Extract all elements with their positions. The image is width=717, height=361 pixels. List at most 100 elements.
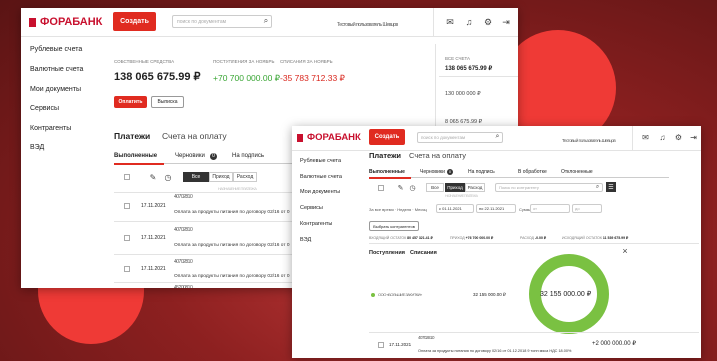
row-number: 45200810 [174, 285, 193, 288]
date-to-input[interactable]: по 22.11.2021 [476, 204, 516, 213]
tab-payments[interactable]: Платежи [369, 151, 401, 160]
chart-tab-expense[interactable]: Списания [410, 250, 437, 256]
sidebar-item-docs[interactable]: Мои документы [30, 86, 81, 93]
summary-income: ПРИХОД +76 700 000.00 ₽ [450, 236, 494, 240]
counterparty-search-input[interactable]: Поиск по контрагенту [495, 183, 603, 192]
gear-icon[interactable]: ⚙ [483, 17, 493, 27]
amount-from-input[interactable]: от [530, 204, 570, 213]
search-icon[interactable]: ⌕ [261, 16, 271, 26]
logo-mark-icon [297, 133, 303, 142]
sidebar-item-services[interactable]: Сервисы [300, 205, 323, 211]
logout-icon[interactable]: ⇥ [501, 17, 511, 27]
legend-value: 32 155 000.00 ₽ [473, 292, 506, 297]
subtab-done[interactable]: Выполненные [369, 169, 405, 175]
filter-all[interactable]: Все [426, 183, 444, 192]
clock-icon[interactable]: ◷ [408, 183, 417, 192]
balance-value: 138 065 675.99 ₽ [114, 71, 201, 83]
row-checkbox[interactable] [124, 203, 130, 209]
logout-icon[interactable]: ⇥ [689, 133, 698, 142]
select-counterparties-button[interactable]: Выбрать контрагентов [369, 221, 419, 231]
pay-button[interactable]: Оплатить [114, 96, 147, 108]
summary-opening-balance: ВХОДЯЩИЙ ОСТАТОК 80 457 321.41 ₽ [369, 236, 433, 240]
row-number: 40702810 [418, 335, 435, 340]
filter-all[interactable]: Все [183, 172, 209, 182]
filter-expense[interactable]: Расход [233, 172, 257, 182]
edit-icon[interactable]: ✎ [396, 183, 405, 192]
sidebar-item-ved[interactable]: ВЭД [300, 237, 311, 243]
chat-icon[interactable]: ✉ [641, 133, 650, 142]
subtab-done[interactable]: Выполненные [114, 153, 157, 159]
bank-logo: ФОРАБАНК [297, 132, 361, 143]
drafts-count-badge: 0 [447, 169, 453, 175]
row-date: 17.11.2021 [141, 235, 166, 241]
row-checkbox[interactable] [124, 235, 130, 241]
bell-icon[interactable]: ♫ [658, 133, 667, 142]
period-selector[interactable]: За все время · Неделя · Месяц [369, 207, 427, 212]
income-label: ПОСТУПЛЕНИЯ ЗА НОЯБРЬ [213, 59, 275, 64]
clock-icon[interactable]: ◷ [163, 172, 173, 182]
tab-invoices[interactable]: Счета на оплату [409, 151, 466, 160]
amount-to-input[interactable]: до [572, 204, 602, 213]
client-name: Тестовый пользователь Шевцов [337, 22, 398, 28]
account-1-value: 130 000 000 ₽ [445, 91, 481, 97]
search-input[interactable]: поиск по документам [172, 15, 272, 28]
subtab-to-sign[interactable]: На подпись [468, 169, 495, 175]
close-icon[interactable]: × [620, 246, 630, 256]
row-number: 40702810 [174, 194, 193, 200]
account-2-value: 8 065 675.99 ₽ [445, 119, 483, 125]
search-input[interactable]: поиск по документам [417, 132, 503, 143]
filter-expense[interactable]: Расход [465, 183, 485, 192]
subtab-processing[interactable]: В обработке [518, 169, 547, 175]
row-checkbox[interactable] [124, 266, 130, 272]
logo-mark-icon [29, 17, 36, 27]
subtab-drafts[interactable]: Черновики [175, 153, 205, 159]
row-number: 40702810 [174, 259, 193, 265]
subtab-rejected[interactable]: Отклоненные [561, 169, 593, 175]
select-all-checkbox[interactable] [124, 174, 130, 180]
sidebar-item-rub[interactable]: Рублевые счета [300, 158, 341, 164]
bank-logo: ФОРАБАНК [29, 16, 102, 28]
sidebar-item-rub[interactable]: Рублевые счета [30, 46, 82, 53]
create-button[interactable]: Создать [369, 129, 405, 145]
legend-dot [371, 293, 375, 297]
sidebar-item-counterparties[interactable]: Контрагенты [30, 125, 71, 132]
date-from-input[interactable]: с 01.11.2021 [436, 204, 474, 213]
filter-income[interactable]: Приход [445, 183, 465, 192]
legend-label: ООО «БОЛЬШИЕ ЗАКУПКИ» [378, 292, 422, 297]
all-accounts-label: ВСЕ СЧЕТА [445, 56, 471, 61]
column-header-purpose: НАЗНАЧЕНИЕ ПЛАТЕЖА [218, 186, 257, 191]
row-purpose: Оплата за продукты питания по договору 0… [174, 243, 290, 248]
sidebar-item-fx[interactable]: Валютные счета [300, 174, 342, 180]
gear-icon[interactable]: ⚙ [674, 133, 683, 142]
summary-closing-balance: ИСХОДЯЩИЙ ОСТАТОК 11 539 675.99 ₽ [562, 236, 629, 240]
sidebar-item-ved[interactable]: ВЭД [30, 144, 44, 151]
statement-button[interactable]: Выписка [151, 96, 184, 108]
donut-total: 32 155 000.00 ₽ [540, 291, 592, 298]
row-amount: +2 000 000.00 ₽ [592, 341, 637, 347]
filter-income[interactable]: Приход [209, 172, 233, 182]
drafts-count-badge: 0 [210, 153, 217, 160]
sidebar-item-fx[interactable]: Валютные счета [30, 66, 83, 73]
subtab-to-sign[interactable]: На подпись [232, 153, 264, 159]
bank-window-overlay: ФОРАБАНК Создать поиск по документам ⌕ Т… [292, 126, 701, 358]
search-icon[interactable]: ⌕ [493, 132, 502, 141]
create-button[interactable]: Создать [113, 12, 156, 31]
subtab-drafts[interactable]: Черновики [420, 169, 445, 175]
select-all-checkbox[interactable] [378, 185, 384, 191]
search-icon[interactable]: ⌕ [593, 183, 602, 192]
sidebar-item-docs[interactable]: Мои документы [300, 189, 340, 195]
chat-icon[interactable]: ✉ [445, 17, 455, 27]
bell-icon[interactable]: ♫ [464, 17, 474, 27]
edit-icon[interactable]: ✎ [148, 172, 158, 182]
sidebar-item-services[interactable]: Сервисы [30, 105, 59, 112]
row-purpose: Оплата за продукты питания по договору 0… [174, 210, 290, 215]
filter-toggle-icon[interactable]: ☰ [606, 182, 616, 192]
tab-payments[interactable]: Платежи [114, 131, 150, 141]
all-accounts-value: 138 065 675.99 ₽ [445, 66, 493, 72]
sidebar-item-counterparties[interactable]: Контрагенты [300, 221, 332, 227]
row-checkbox[interactable] [378, 342, 384, 348]
tab-invoices[interactable]: Счета на оплату [162, 131, 227, 141]
row-date: 17.11.2021 [141, 203, 166, 209]
chart-tab-income[interactable]: Поступления [369, 250, 405, 256]
summary-expense: РАСХОД -0.00 ₽ [520, 236, 547, 240]
